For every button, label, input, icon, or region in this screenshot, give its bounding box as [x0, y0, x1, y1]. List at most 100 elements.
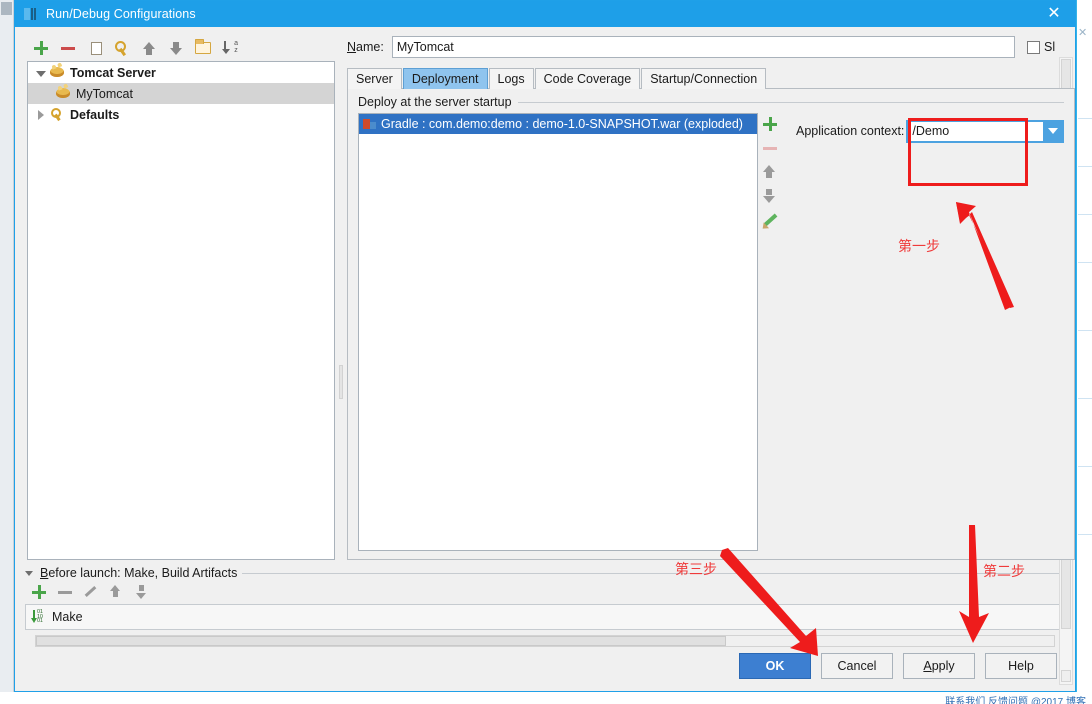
configurations-panel: az Tomcat Server MyTomcat Defaults — [15, 35, 335, 560]
tab-label: Server — [356, 72, 393, 86]
chevron-down-icon[interactable] — [1043, 121, 1062, 141]
application-context-area: Application context: — [782, 113, 1064, 551]
dialog-title: Run/Debug Configurations — [46, 7, 196, 21]
dialog-button-bar: OK Cancel Apply Help — [15, 647, 1075, 691]
add-artifact-button[interactable] — [761, 115, 779, 133]
deployment-tab-panel: Deploy at the server startup Gradle : co… — [347, 88, 1075, 560]
tree-node-tomcat-server[interactable]: Tomcat Server — [28, 62, 334, 83]
copy-configuration-button[interactable] — [85, 38, 105, 58]
before-launch-remove-button[interactable] — [57, 584, 73, 600]
defaults-wrench-icon — [50, 107, 66, 122]
splitter-grip[interactable] — [339, 365, 343, 399]
background-rule — [1078, 330, 1092, 331]
gradle-artifact-icon — [363, 117, 377, 131]
background-rule — [1078, 214, 1092, 215]
background-right-column — [1076, 0, 1092, 704]
tree-node-label: MyTomcat — [76, 86, 133, 101]
before-launch-legend[interactable]: Before launch: Make, Build Artifacts — [25, 566, 1065, 580]
share-checkbox-row[interactable]: Sl — [1027, 40, 1075, 54]
background-left-strip — [0, 0, 14, 704]
legend-rule — [517, 101, 1064, 103]
tree-node-label: Defaults — [70, 107, 120, 122]
tab-label: Logs — [497, 72, 525, 86]
background-window-icon — [1, 2, 12, 15]
background-rule — [1078, 398, 1092, 399]
ok-button[interactable]: OK — [739, 653, 811, 679]
move-up-button[interactable] — [139, 38, 159, 58]
tab-code-coverage[interactable]: Code Coverage — [534, 68, 641, 89]
tree-node-mytomcat[interactable]: MyTomcat — [28, 83, 334, 104]
artifact-list[interactable]: Gradle : com.demo:demo : demo-1.0-SNAPSH… — [358, 113, 758, 551]
before-launch-add-button[interactable] — [31, 584, 47, 600]
tree-node-label: Tomcat Server — [70, 65, 156, 80]
deploy-legend: Deploy at the server startup — [358, 95, 1064, 109]
scrollbar-down-button[interactable] — [1061, 670, 1071, 682]
save-configuration-button[interactable] — [112, 38, 132, 58]
folder-icon — [194, 39, 211, 54]
deploy-row: Gradle : com.demo:demo : demo-1.0-SNAPSH… — [358, 113, 1064, 551]
name-row: Name: Sl — [347, 35, 1075, 59]
before-launch-section: Before launch: Make, Build Artifacts 01 1… — [15, 560, 1075, 647]
expand-arrow-icon[interactable] — [34, 66, 48, 80]
name-input[interactable] — [391, 36, 1015, 58]
before-launch-task-list[interactable]: 01 10 01 Make — [25, 604, 1065, 630]
artifact-label: Gradle : com.demo:demo : demo-1.0-SNAPSH… — [381, 117, 743, 131]
configurations-toolbar: az — [27, 35, 335, 61]
tree-node-defaults[interactable]: Defaults — [28, 104, 334, 125]
tab-logs[interactable]: Logs — [488, 68, 534, 89]
cancel-button[interactable]: Cancel — [821, 653, 893, 679]
run-config-icon — [23, 6, 39, 22]
before-launch-move-up-button[interactable] — [109, 584, 125, 600]
background-rule — [1078, 118, 1092, 119]
arrow-down-icon — [169, 41, 183, 56]
artifact-move-up-button[interactable] — [761, 163, 779, 181]
artifact-side-toolbar — [758, 113, 782, 551]
scrollbar-thumb[interactable] — [36, 636, 726, 646]
remove-artifact-button[interactable] — [761, 139, 779, 157]
before-launch-edit-button[interactable] — [83, 584, 99, 600]
edit-artifact-button[interactable] — [761, 211, 779, 229]
background-close-icon: ✕ — [1078, 27, 1088, 39]
configuration-editor-panel: Name: Sl Server Deployment Logs Code Cov… — [347, 35, 1075, 560]
artifact-move-down-button[interactable] — [761, 187, 779, 205]
sort-configurations-button[interactable]: az — [220, 38, 240, 58]
tab-label: Deployment — [411, 72, 479, 86]
background-rule — [1078, 262, 1092, 263]
background-rule — [1078, 534, 1092, 535]
artifact-row[interactable]: Gradle : com.demo:demo : demo-1.0-SNAPSH… — [359, 114, 757, 134]
tab-label: Startup/Connection — [650, 72, 758, 86]
panel-splitter[interactable] — [335, 35, 347, 560]
minus-icon — [58, 38, 78, 58]
background-footer: 联系我们 反馈问题 @2017 博客 — [0, 692, 1092, 704]
share-checkbox-label: Sl — [1044, 40, 1056, 54]
share-checkbox[interactable] — [1027, 40, 1040, 54]
wrench-icon — [114, 40, 130, 56]
background-rule — [1078, 466, 1092, 467]
apply-button[interactable]: Apply — [903, 653, 975, 679]
sort-az-icon: az — [221, 40, 238, 54]
remove-configuration-button[interactable] — [58, 38, 78, 58]
configurations-tree[interactable]: Tomcat Server MyTomcat Defaults — [27, 61, 335, 560]
before-launch-move-down-button[interactable] — [135, 584, 151, 600]
create-folder-button[interactable] — [193, 38, 213, 58]
application-context-input[interactable] — [908, 121, 1043, 141]
plus-icon — [31, 38, 51, 58]
help-button[interactable]: Help — [985, 653, 1057, 679]
tab-server[interactable]: Server — [347, 68, 402, 89]
dialog-body: az Tomcat Server MyTomcat Defaults Name:… — [15, 27, 1075, 691]
horizontal-scrollbar[interactable] — [35, 635, 1055, 647]
add-configuration-button[interactable] — [31, 38, 51, 58]
tab-deployment[interactable]: Deployment — [402, 68, 488, 89]
dialog-content: az Tomcat Server MyTomcat Defaults Name:… — [15, 27, 1075, 560]
tab-label: Code Coverage — [543, 72, 632, 86]
close-icon[interactable]: ✕ — [1033, 1, 1075, 27]
move-down-button[interactable] — [166, 38, 186, 58]
tab-startup-connection[interactable]: Startup/Connection — [641, 68, 767, 89]
configuration-tabs: Server Deployment Logs Code Coverage Sta… — [347, 67, 1075, 89]
name-label: Name: — [347, 40, 384, 54]
expand-arrow-icon[interactable] — [25, 568, 35, 578]
before-launch-legend-label: Before launch: Make, Build Artifacts — [40, 566, 238, 580]
application-context-combo[interactable] — [906, 119, 1064, 143]
copy-icon — [88, 39, 102, 55]
collapse-arrow-icon[interactable] — [34, 108, 48, 122]
